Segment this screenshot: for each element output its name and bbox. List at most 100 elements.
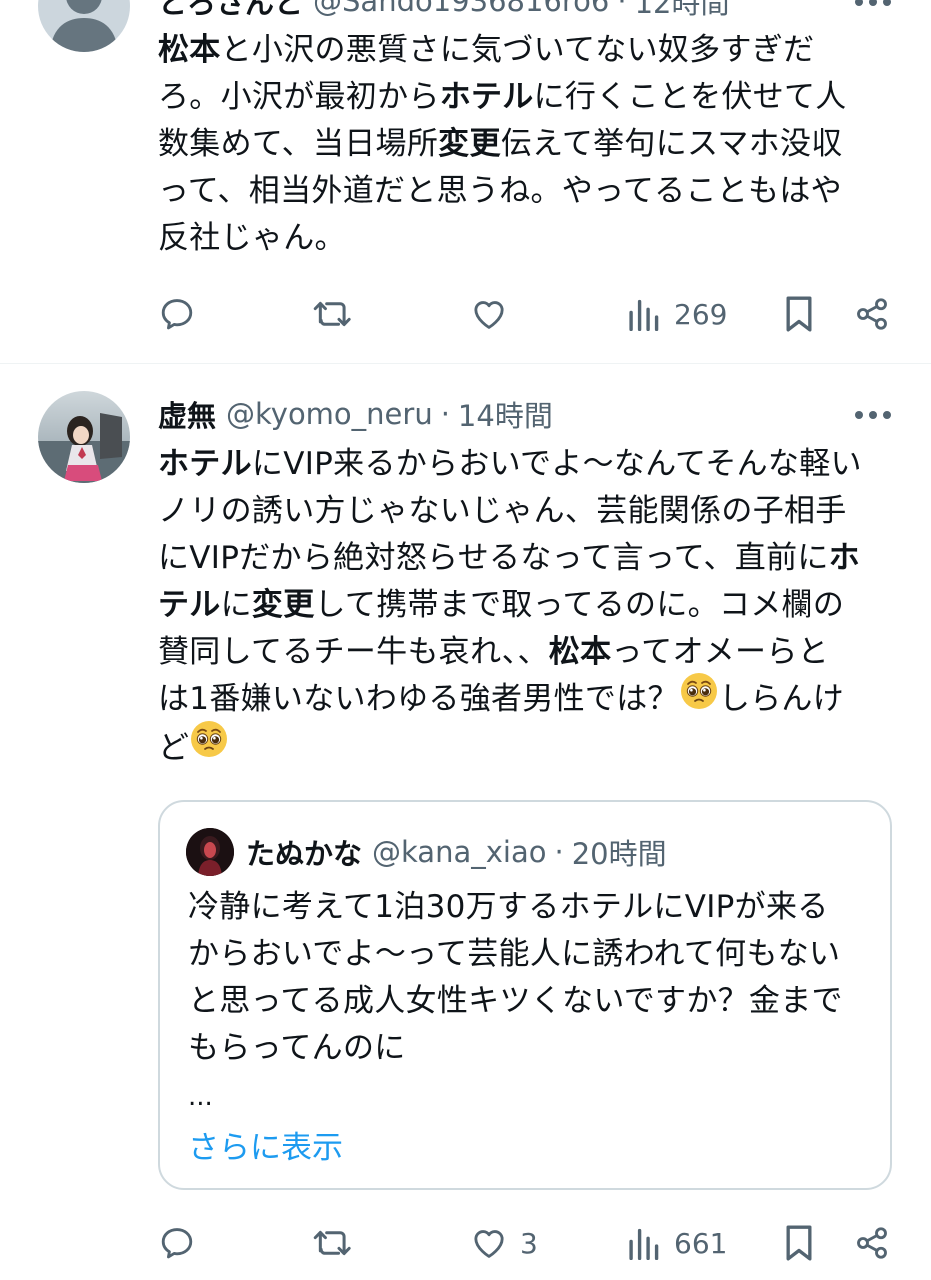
bookmark-button[interactable] — [782, 289, 816, 339]
text-segment: ノリの誘い方じゃないじゃん、芸能関係の子相手 — [158, 493, 847, 529]
text-segment: に — [220, 587, 252, 623]
text-segment: して携帯まで取ってるのに。コメ欄の — [314, 587, 845, 623]
user-handle[interactable]: @kyomo_neru — [226, 397, 433, 431]
tweet-text-line: 賛同してるチー牛も哀れ、、松本ってオメーらと — [158, 629, 878, 676]
quoted-user-handle[interactable]: @kana_xiao — [372, 835, 546, 869]
text-segment: は1番嫌いないわゆる強者男性では？ — [158, 681, 679, 717]
user-handle[interactable]: @Sando1936816ro6 — [313, 0, 609, 18]
bold-keyword: 変更 — [438, 126, 501, 162]
pleading-face-emoji-icon — [189, 719, 229, 773]
like-button[interactable]: 3 — [470, 1218, 538, 1268]
tweet-text-line: ノリの誘い方じゃないじゃん、芸能関係の子相手 — [158, 488, 878, 535]
action-bar: 269 — [158, 289, 891, 339]
action-bar: 3 661 — [158, 1218, 891, 1268]
like-count: 3 — [520, 1226, 538, 1260]
share-button[interactable] — [854, 289, 890, 339]
separator-dot: · — [554, 835, 564, 869]
reply-icon — [161, 1228, 193, 1259]
bold-keyword: 松本 — [548, 634, 612, 670]
reply-button[interactable] — [158, 289, 208, 339]
bold-keyword: テル — [158, 587, 221, 623]
bold-keyword: ホテル — [439, 79, 534, 115]
text-segment: 賛同してるチー牛も哀れ、、 — [158, 634, 549, 670]
quoted-text: 冷静に考えて1泊30万するホテルにVIPが来る からおいでよ〜って芸能人に誘われ… — [188, 884, 843, 1072]
avatar[interactable] — [38, 0, 130, 52]
tweet-text-line: は1番嫌いないわゆる強者男性では？ しらんけ — [158, 672, 878, 725]
bookmark-icon — [786, 1225, 812, 1261]
views-button[interactable]: 269 — [628, 289, 727, 339]
retweet-icon — [313, 301, 351, 327]
display-name[interactable]: とろさんと — [158, 0, 303, 22]
tweet-text: ホテルにVIP来るからおいでよ〜なんてそんな軽いノリの誘い方じゃないじゃん、芸能… — [158, 441, 878, 773]
reply-button[interactable] — [158, 1218, 208, 1268]
more-icon — [855, 411, 863, 419]
quoted-header: たぬかな @kana_xiao · 20時間 — [246, 830, 667, 874]
bold-keyword: 変更 — [251, 587, 315, 623]
quoted-text-line: からおいでよ〜って芸能人に誘われて何もない — [188, 936, 841, 972]
text-segment: しらんけ — [718, 681, 845, 717]
separator-dot: · — [617, 0, 627, 18]
pleading-face-emoji-icon — [679, 671, 719, 725]
more-options-button[interactable] — [855, 405, 891, 425]
heart-icon — [474, 301, 504, 329]
tweet-header: 虚無 @kyomo_neru · 14時間 — [158, 391, 891, 437]
share-icon — [857, 298, 887, 330]
bold-keyword: ホ — [828, 540, 860, 576]
bookmark-button[interactable] — [782, 1218, 816, 1268]
text-segment: ど — [158, 729, 190, 766]
text-segment: ろ。小沢が最初から — [158, 79, 440, 115]
tweet-text: 松本と小沢の悪質さに気づいてない奴多すぎだ ろ。小沢が最初からホテルに行くことを伏… — [158, 27, 878, 262]
views-icon — [629, 299, 659, 331]
text-segment: 数集めて、当日場所 — [158, 126, 439, 162]
like-button[interactable] — [470, 289, 520, 339]
tweet[interactable]: とろさんと @Sando1936816ro6 · 12時間 松本と小沢の悪質さに… — [0, 0, 931, 364]
text-segment: 反社じゃん。 — [158, 220, 346, 256]
retweet-button[interactable] — [312, 289, 366, 339]
tweet-text-line: にVIPだから絶対怒らせるなって言って、直前にホ — [158, 535, 878, 582]
view-count: 269 — [674, 297, 728, 331]
views-button[interactable]: 661 — [628, 1218, 727, 1268]
anime-girl-avatar-icon — [38, 391, 130, 483]
views-icon — [629, 1228, 659, 1260]
tweet-text-line: 数集めて、当日場所変更伝えて挙句にスマホ没収 — [158, 121, 878, 168]
display-name[interactable]: 虚無 — [158, 393, 216, 435]
separator-dot: · — [440, 397, 450, 431]
tweet-text-line: テルに変更して携帯まで取ってるのに。コメ欄の — [158, 582, 878, 629]
truncation-ellipsis: ... — [188, 1082, 213, 1112]
tweet-header: とろさんと @Sando1936816ro6 · 12時間 — [158, 0, 891, 24]
tweet[interactable]: 虚無 @kyomo_neru · 14時間 ホテルにVIP来るからおいでよ〜なん… — [0, 364, 931, 1280]
text-segment: ってオメーらと — [611, 634, 829, 670]
bold-keyword: ホテル — [158, 446, 252, 482]
tweet-text-line: 松本と小沢の悪質さに気づいてない奴多すぎだ — [158, 27, 878, 74]
timestamp[interactable]: 14時間 — [458, 393, 553, 435]
share-button[interactable] — [854, 1218, 890, 1268]
show-more-link[interactable]: さらに表示 — [188, 1122, 343, 1167]
quoted-display-name[interactable]: たぬかな — [246, 831, 362, 873]
quoted-text-line: もらってんのに — [188, 1030, 406, 1066]
avatar[interactable] — [38, 391, 130, 483]
bold-keyword: 松本 — [158, 32, 221, 68]
retweet-icon — [313, 1230, 351, 1256]
default-avatar-icon — [38, 0, 130, 52]
tweet-text-line: ろ。小沢が最初からホテルに行くことを伏せて人 — [158, 74, 878, 121]
more-icon — [855, 0, 863, 6]
quoted-avatar[interactable] — [186, 828, 234, 876]
tweet-text-line: ど — [158, 721, 878, 774]
text-segment: に行くことを伏せて人 — [533, 79, 847, 115]
quoted-timestamp[interactable]: 20時間 — [572, 831, 667, 873]
text-segment: って、相当外道だと思うね。やってることもはや — [158, 173, 842, 209]
tweet-text-line: ホテルにVIP来るからおいでよ〜なんてそんな軽い — [158, 441, 878, 488]
quoted-text-line: 冷静に考えて1泊30万するホテルにVIPが来る — [188, 889, 829, 925]
quoted-tweet[interactable]: たぬかな @kana_xiao · 20時間 冷静に考えて1泊30万するホテルに… — [158, 800, 892, 1190]
text-segment: と小沢の悪質さに気づいてない奴多すぎだ — [220, 32, 815, 68]
text-segment: 伝えて挙句にスマホ没収 — [500, 126, 843, 162]
reply-icon — [161, 299, 193, 330]
quoted-text-line: と思ってる成人女性キツくないですか？金まで — [188, 983, 843, 1019]
heart-icon — [474, 1230, 504, 1258]
timestamp[interactable]: 12時間 — [635, 0, 730, 22]
share-icon — [857, 1227, 887, 1259]
text-segment: にVIPだから絶対怒らせるなって言って、直前に — [158, 540, 829, 576]
more-options-button[interactable] — [855, 0, 891, 12]
tweet-text-line: 反社じゃん。 — [158, 215, 878, 262]
retweet-button[interactable] — [312, 1218, 366, 1268]
